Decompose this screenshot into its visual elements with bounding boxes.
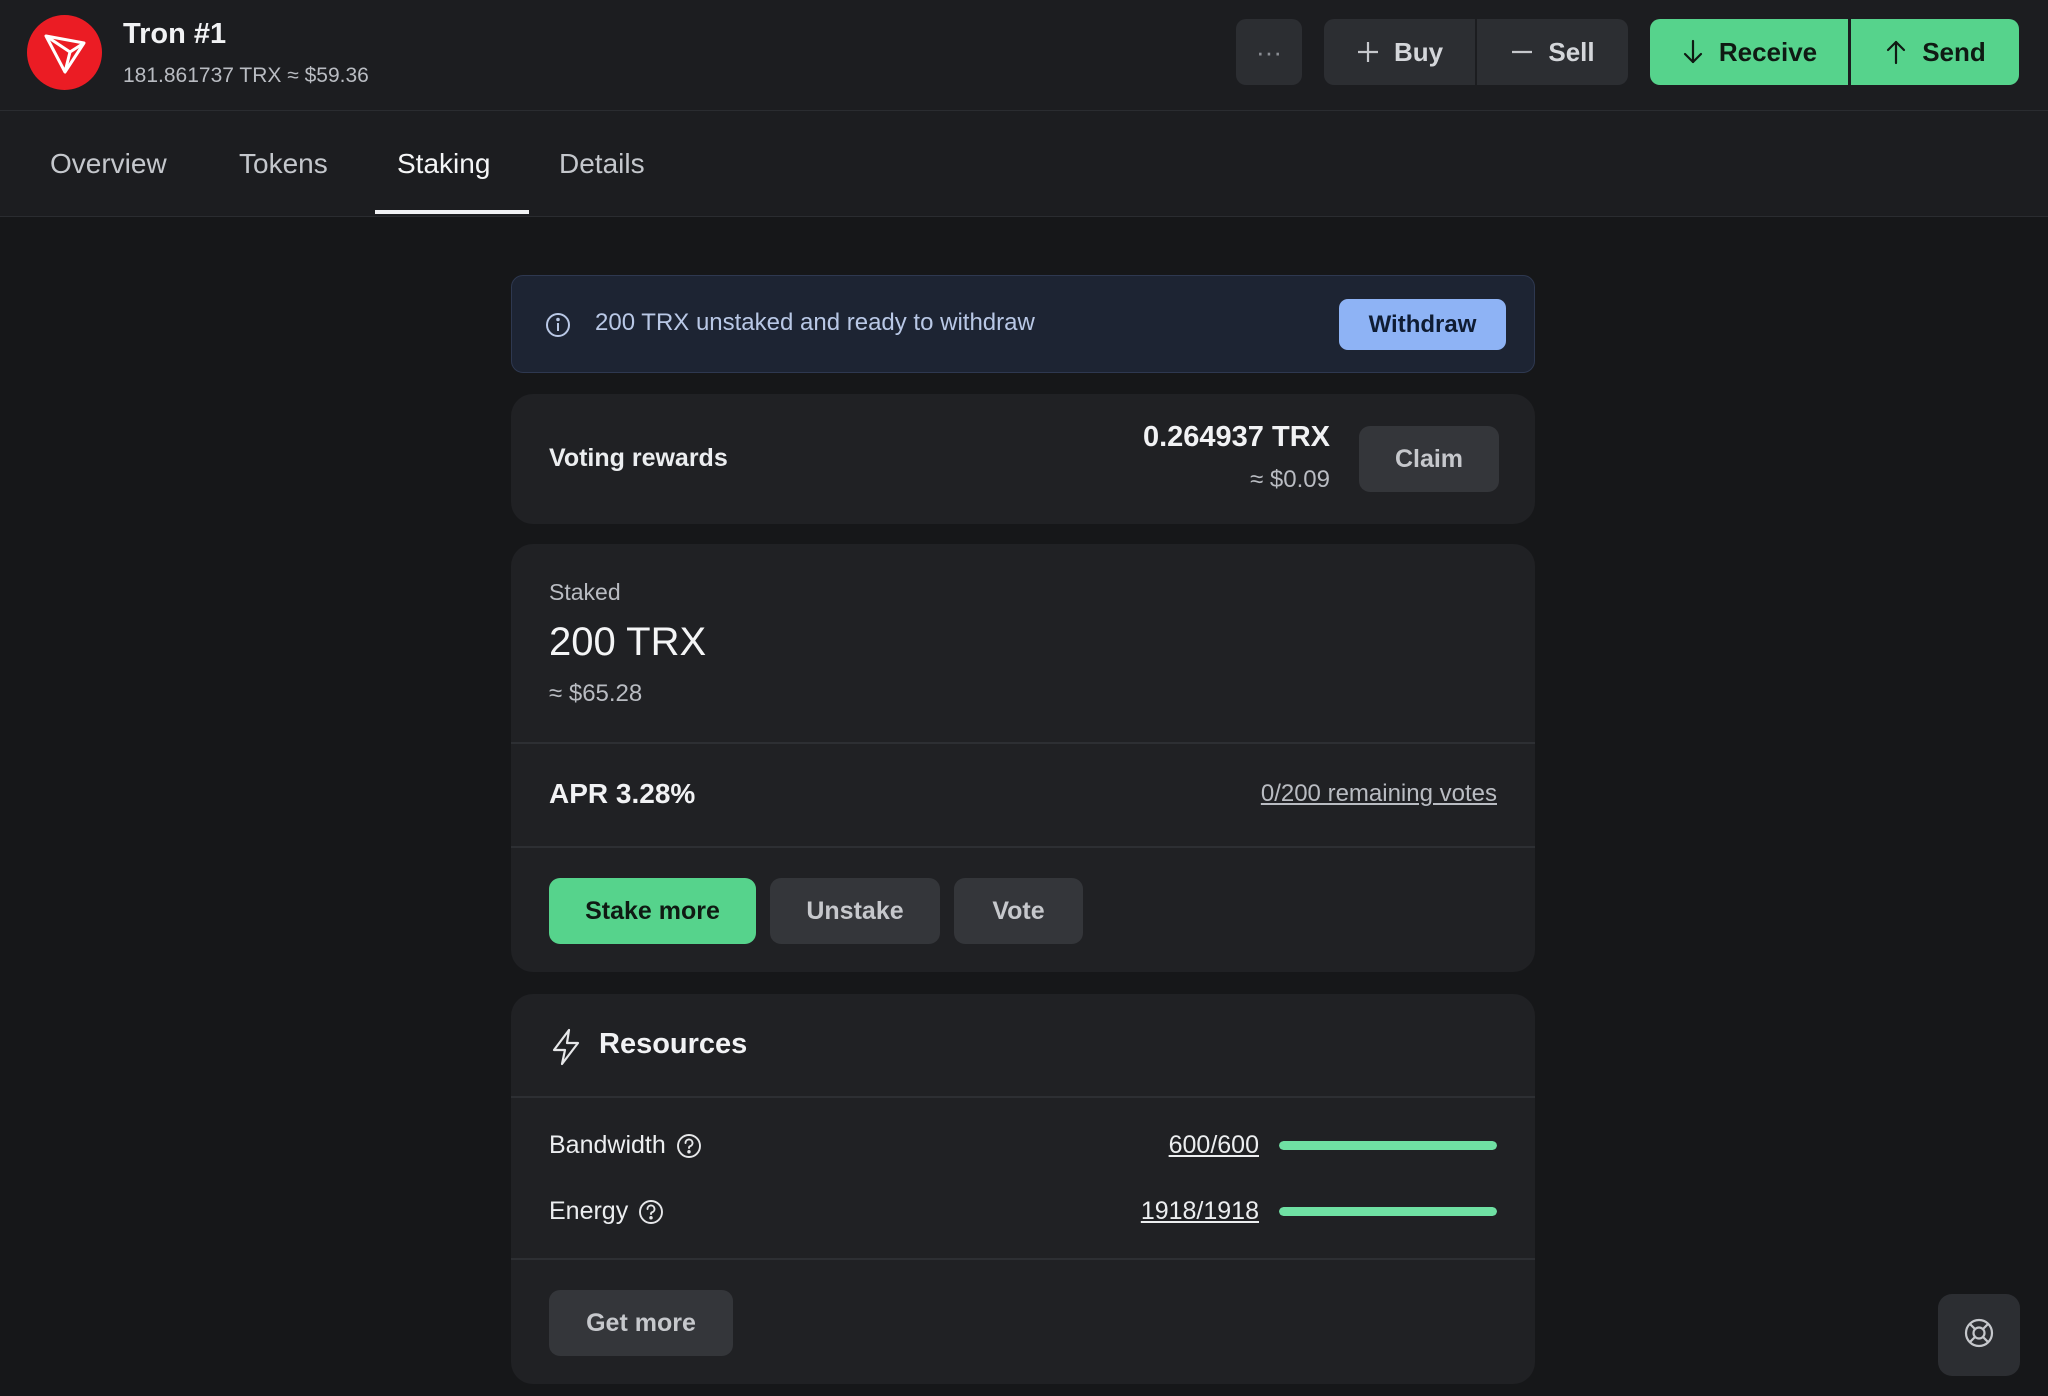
arrow-up-icon <box>1884 39 1908 65</box>
top-bar: Tron #1 181.861737 TRX ≈ $59.36 ··· Buy … <box>0 0 2048 111</box>
resources-card: Resources Bandwidth 600/600 Energy 1918/… <box>511 994 1535 1384</box>
unstake-button[interactable]: Unstake <box>770 878 940 944</box>
receive-label: Receive <box>1718 36 1818 67</box>
bandwidth-row: Bandwidth <box>549 1131 702 1160</box>
energy-bar-fill <box>1279 1207 1497 1216</box>
send-button[interactable]: Send <box>1851 19 2019 85</box>
withdraw-button[interactable]: Withdraw <box>1339 299 1506 350</box>
apr-value: APR 3.28% <box>549 778 696 809</box>
tab-bar: Overview Tokens Staking Details <box>0 111 2048 217</box>
buy-button[interactable]: Buy <box>1324 19 1475 85</box>
withdraw-banner-text: 200 TRX unstaked and ready to withdraw <box>595 309 1035 336</box>
staked-label: Staked <box>549 579 621 605</box>
voting-rewards-label: Voting rewards <box>549 444 728 472</box>
help-question-icon[interactable] <box>676 1133 702 1159</box>
staked-amount: 200 TRX <box>549 620 707 664</box>
energy-row: Energy <box>549 1197 664 1226</box>
tron-logo-icon <box>27 15 102 90</box>
tab-details[interactable]: Details <box>559 111 645 217</box>
withdraw-banner: 200 TRX unstaked and ready to withdraw W… <box>511 275 1535 373</box>
plus-icon <box>1356 40 1380 64</box>
bandwidth-bar-fill <box>1279 1141 1497 1150</box>
divider <box>511 742 1535 744</box>
minus-icon <box>1510 40 1534 64</box>
voting-rewards-card: Voting rewards 0.264937 TRX ≈ $0.09 Clai… <box>511 394 1535 524</box>
voting-rewards-amount: 0.264937 TRX <box>1142 421 1330 453</box>
bandwidth-label: Bandwidth <box>549 1131 666 1159</box>
energy-label: Energy <box>549 1197 629 1225</box>
divider <box>511 846 1535 848</box>
info-icon <box>545 312 571 343</box>
stake-more-button[interactable]: Stake more <box>549 878 756 944</box>
active-tab-indicator <box>375 210 529 214</box>
tab-tokens[interactable]: Tokens <box>239 111 328 217</box>
tab-staking[interactable]: Staking <box>397 111 490 217</box>
arrow-down-icon <box>1681 39 1705 65</box>
staked-card: Staked 200 TRX ≈ $65.28 APR 3.28% 0/200 … <box>511 544 1535 972</box>
help-button[interactable] <box>1938 1294 2020 1376</box>
tab-overview[interactable]: Overview <box>50 111 167 217</box>
receive-button[interactable]: Receive <box>1650 19 1848 85</box>
lifebuoy-icon <box>1963 1317 1995 1354</box>
sell-label: Sell <box>1548 36 1595 67</box>
lightning-bolt-icon <box>551 1028 581 1071</box>
get-more-button[interactable]: Get more <box>549 1290 733 1356</box>
account-name: Tron #1 <box>123 18 227 50</box>
remaining-votes-link[interactable]: 0/200 remaining votes <box>1261 780 1497 808</box>
staked-usd: ≈ $65.28 <box>549 680 643 707</box>
divider <box>511 1258 1535 1260</box>
more-dots-icon: ··· <box>1256 36 1282 67</box>
sell-button[interactable]: Sell <box>1477 19 1628 85</box>
resources-title: Resources <box>599 1028 748 1060</box>
voting-rewards-usd: ≈ $0.09 <box>1250 466 1330 493</box>
more-options-button[interactable]: ··· <box>1236 19 1302 85</box>
energy-value[interactable]: 1918/1918 <box>1141 1197 1259 1226</box>
vote-button[interactable]: Vote <box>954 878 1083 944</box>
divider <box>511 1096 1535 1098</box>
account-balance: 181.861737 TRX ≈ $59.36 <box>123 64 369 87</box>
claim-button[interactable]: Claim <box>1359 426 1499 492</box>
send-label: Send <box>1922 36 1986 67</box>
energy-bar <box>1279 1207 1497 1216</box>
help-question-icon[interactable] <box>638 1199 664 1225</box>
buy-label: Buy <box>1393 36 1444 67</box>
bandwidth-bar <box>1279 1141 1497 1150</box>
bandwidth-value[interactable]: 600/600 <box>1169 1131 1259 1160</box>
